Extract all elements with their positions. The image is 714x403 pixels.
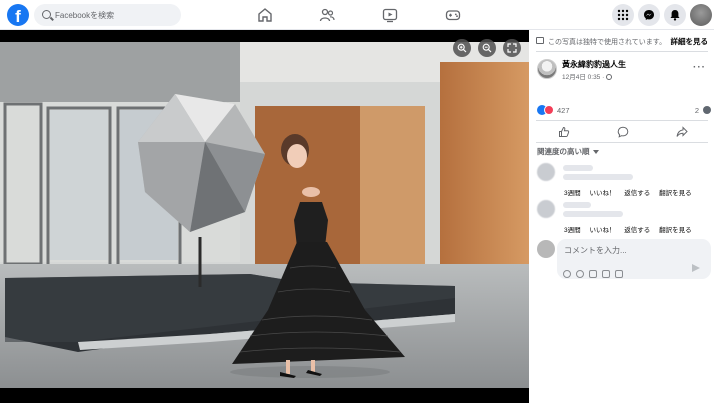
comment-sort-dropdown[interactable]: 関連度の高い順 (537, 146, 599, 157)
post-options-button[interactable]: ··· (693, 62, 706, 73)
globe-icon (606, 74, 613, 81)
commenter-name-blurred (563, 202, 591, 208)
comment-item: 3週間 いいね！ 返信する 翻訳を見る (537, 200, 709, 234)
avatar-sticker-icon[interactable] (563, 270, 571, 278)
camera-icon[interactable] (589, 270, 597, 278)
my-avatar[interactable] (537, 240, 555, 258)
friends-icon[interactable] (319, 7, 335, 23)
info-card-icon (536, 37, 544, 44)
comment-age: 3週間 (564, 227, 581, 234)
thumbs-up-icon (559, 126, 570, 137)
sticker-icon[interactable] (615, 270, 623, 278)
menu-grid-icon (617, 9, 629, 21)
comment-like-link[interactable]: いいね！ (589, 190, 615, 197)
divider (536, 142, 708, 143)
comment-translate-link[interactable]: 翻訳を見る (659, 190, 692, 197)
menu-grid-button[interactable] (612, 4, 634, 26)
search-icon (42, 10, 51, 19)
author-name[interactable]: 黃永緯豹豹過人生 (562, 59, 626, 70)
video-icon[interactable] (382, 7, 398, 23)
comment-count[interactable]: 2 (695, 106, 699, 115)
caret-down-icon (592, 150, 599, 155)
commenter-avatar[interactable] (537, 200, 555, 218)
comment-reply-link[interactable]: 返信する (624, 190, 650, 197)
comment-text-blurred (563, 174, 633, 180)
search-box[interactable] (34, 4, 181, 26)
facebook-logo[interactable]: f (7, 4, 29, 26)
zoom-out-icon (482, 43, 492, 53)
share-button[interactable] (676, 125, 690, 139)
notifications-icon (670, 10, 680, 21)
comment-composer[interactable] (557, 239, 711, 279)
messenger-icon (644, 10, 654, 20)
gif-icon[interactable] (602, 270, 610, 278)
share-icon (676, 126, 688, 137)
notice-text: この写真は独特で使用されています。 (548, 39, 667, 46)
fullscreen-icon (507, 43, 517, 53)
author-avatar[interactable] (537, 59, 557, 79)
comment-button[interactable] (617, 125, 631, 139)
post-actions (536, 122, 708, 142)
comment-text-blurred (563, 211, 623, 217)
comment-sort-label: 関連度の高い順 (537, 147, 590, 156)
love-reaction-icon (544, 105, 554, 115)
home-icon[interactable] (257, 7, 273, 23)
reaction-count[interactable]: 427 (557, 106, 570, 115)
comment-age: 3週間 (564, 190, 581, 197)
commenter-avatar[interactable] (537, 163, 555, 181)
post-side-panel: この写真は独特で使用されています。 詳細を見る 黃永緯豹豹過人生 12月4日 0… (529, 30, 714, 403)
comment-icon (617, 126, 629, 138)
divider (536, 51, 708, 52)
search-input[interactable] (55, 7, 175, 23)
top-navigation-bar: f (0, 0, 714, 30)
post-photo (0, 42, 529, 388)
comment-item: 3週間 いいね！ 返信する 翻訳を見る (537, 163, 709, 197)
zoom-in-button[interactable] (453, 39, 471, 57)
photo-notice: この写真は独特で使用されています。 詳細を見る (536, 35, 708, 49)
comment-input[interactable] (564, 243, 704, 257)
notice-details-link[interactable]: 詳細を見る (671, 36, 709, 47)
zoom-out-button[interactable] (478, 39, 496, 57)
comment-actions: 3週間 いいね！ 返信する 翻訳を見る (564, 224, 699, 234)
divider (536, 120, 708, 121)
composer-tools (563, 265, 628, 278)
account-avatar[interactable] (690, 4, 712, 26)
comment-translate-link[interactable]: 翻訳を見る (659, 227, 692, 234)
commenter-name-blurred (563, 165, 593, 171)
emoji-icon[interactable] (576, 270, 584, 278)
comment-like-link[interactable]: いいね！ (589, 227, 615, 234)
zoom-in-icon (457, 43, 467, 53)
commenter-avatar-icon (703, 106, 711, 114)
send-icon[interactable] (692, 264, 700, 272)
comment-reply-link[interactable]: 返信する (624, 227, 650, 234)
photo-viewer (0, 30, 529, 403)
fullscreen-button[interactable] (503, 39, 521, 57)
gaming-icon[interactable] (445, 7, 461, 23)
like-button[interactable] (558, 125, 572, 139)
comment-actions: 3週間 いいね！ 返信する 翻訳を見る (564, 187, 699, 197)
post-date-text: 12月4日 0:35 · (562, 74, 607, 81)
post-date[interactable]: 12月4日 0:35 · (562, 71, 613, 81)
reaction-summary[interactable]: 427 2 (537, 105, 711, 117)
notifications-button[interactable] (664, 4, 686, 26)
messenger-button[interactable] (638, 4, 660, 26)
